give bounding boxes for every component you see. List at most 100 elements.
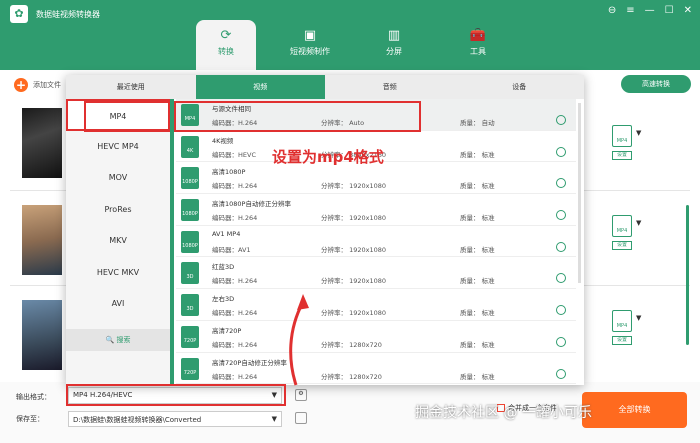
output-format-label: 输出格式：	[16, 393, 51, 401]
preset-format-icon: 720P	[181, 357, 199, 380]
gear-icon[interactable]	[556, 273, 566, 284]
preset-row[interactable]: 720P 高清720P 编码器：H.264 分辨率： 1280x720 质量： 标准	[176, 321, 576, 353]
save-path-select[interactable]: D:\数据蛙\数据蛙视频转换器\Converted ▼	[68, 411, 282, 427]
highlight-output-format	[66, 384, 286, 406]
toolbox-icon: 🧰	[469, 28, 487, 43]
preset-scrollbar[interactable]	[578, 103, 581, 283]
preset-encoder: 编码器：H.264	[212, 340, 258, 349]
main-nav: ⟳ 转换 ▣ 短视频制作 ▥ 分屏 🧰 工具	[196, 20, 508, 70]
gear-icon[interactable]	[556, 241, 566, 252]
preset-row[interactable]: 1080P AV1 MP4 编码器：AV1 分辨率： 1920x1080 质量： 标准	[176, 226, 576, 258]
tab-recent[interactable]: 最近使用	[66, 75, 196, 99]
format-item-prores[interactable]: ProRes	[66, 194, 170, 226]
settings-button[interactable]: 设置	[612, 336, 632, 345]
preset-encoder: 编码器：AV1	[212, 245, 251, 254]
preset-row[interactable]: 1080P 高清1080P 编码器：H.264 分辨率： 1920x1080 质量： 标…	[176, 162, 576, 195]
window-controls: ⊖ ≡ — ☐ ✕	[608, 5, 692, 16]
preset-quality: 质量： 标准	[460, 372, 495, 381]
minimize-icon[interactable]: —	[645, 5, 655, 16]
mp4-format-icon: MP4	[612, 310, 632, 332]
preset-encoder: 编码器：H.264	[212, 277, 258, 286]
convert-all-button[interactable]: 全部转换	[582, 392, 687, 428]
gear-icon[interactable]	[556, 305, 566, 316]
nav-tools[interactable]: 🧰 工具	[448, 20, 508, 66]
preset-row[interactable]: 1080P 高清1080P自动修正分辨率 编码器：H.264 分辨率： 1920x10…	[176, 194, 576, 226]
tab-device[interactable]: 设备	[455, 75, 585, 99]
preset-format-icon: 1080P	[181, 167, 199, 190]
app-logo-icon: ✿	[10, 5, 28, 23]
nav-split-screen[interactable]: ▥ 分屏	[364, 20, 424, 66]
format-search-button[interactable]: 🔍 搜索	[66, 329, 170, 351]
preset-name: AV1 MP4	[212, 229, 241, 238]
format-item-mkv[interactable]: MKV	[66, 225, 170, 257]
tab-video[interactable]: 视频	[195, 75, 325, 99]
gear-icon[interactable]	[556, 146, 566, 157]
feedback-icon[interactable]: ⊖	[608, 5, 616, 16]
gear-icon[interactable]	[556, 368, 566, 379]
save-to-label: 保存至：	[16, 415, 44, 423]
plus-icon: +	[14, 78, 28, 92]
search-label: 搜索	[116, 336, 131, 344]
list-separator	[170, 99, 174, 385]
nav-convert[interactable]: ⟳ 转换	[196, 20, 256, 70]
preset-quality: 质量： 标准	[460, 277, 495, 286]
output-format-card[interactable]: MP4 ▼ 设置	[612, 310, 642, 346]
format-item-avi[interactable]: AVI	[66, 288, 170, 320]
preset-name: 红蓝3D	[212, 263, 235, 272]
preset-quality: 质量： 自动	[460, 119, 495, 127]
add-file-button[interactable]: + 添加文件	[14, 78, 61, 92]
preset-resolution: 分辨率： 1920x1080	[321, 245, 386, 254]
output-format-card[interactable]: MP4 ▼ 设置	[612, 125, 642, 161]
preset-format-icon: 1080P	[181, 230, 199, 253]
settings-button[interactable]: 设置	[612, 241, 632, 250]
split-screen-icon: ▥	[387, 28, 401, 43]
nav-label: 工具	[470, 47, 486, 56]
nav-short-video[interactable]: ▣ 短视频制作	[280, 20, 340, 66]
chevron-down-icon: ▼	[271, 415, 277, 423]
high-speed-convert-toggle[interactable]: 高速转换	[621, 75, 691, 93]
preset-row[interactable]: 720P 高清720P自动修正分辨率 编码器：H.264 分辨率： 1280x720 质…	[176, 353, 576, 385]
video-thumbnail[interactable]	[22, 108, 62, 178]
format-item-hevc-mp4[interactable]: HEVC MP4	[66, 131, 170, 163]
maximize-icon[interactable]: ☐	[665, 5, 674, 16]
gear-icon[interactable]	[556, 178, 566, 189]
highlight-mp4-format	[84, 101, 170, 132]
format-item-mov[interactable]: MOV	[66, 162, 170, 194]
gear-icon[interactable]	[556, 336, 566, 347]
settings-button[interactable]: 设置	[612, 151, 632, 160]
preset-row[interactable]: 3D 左右3D 编码器：H.264 分辨率： 1920x1080 质量： 标准	[176, 289, 576, 321]
mp4-format-icon: MP4	[612, 125, 632, 147]
preset-quality: 质量： 标准	[460, 150, 495, 159]
preset-quality: 质量： 标准	[460, 309, 495, 318]
preset-resolution: 分辨率： 1280x720	[321, 372, 382, 381]
highlight-same-as-source	[174, 101, 421, 132]
preset-row[interactable]: 3D 红蓝3D 编码器：H.264 分辨率： 1920x1080 质量： 标准	[176, 257, 576, 290]
short-video-icon: ▣	[303, 28, 317, 43]
close-icon[interactable]: ✕	[684, 5, 692, 16]
menu-icon[interactable]: ≡	[626, 5, 634, 16]
format-settings-icon[interactable]: ⚙	[295, 389, 307, 401]
chevron-down-icon[interactable]: ▼	[636, 129, 641, 137]
preset-quality: 质量： 标准	[460, 245, 495, 254]
main-scrollbar[interactable]	[686, 205, 689, 345]
app-title: 数据蛙视频转换器	[36, 10, 100, 19]
preset-resolution: 分辨率： 1920x1080	[321, 182, 386, 191]
video-thumbnail[interactable]	[22, 205, 62, 275]
format-item-hevc-mkv[interactable]: HEVC MKV	[66, 257, 170, 289]
preset-name: 4K视频	[212, 136, 234, 145]
gear-icon[interactable]	[556, 115, 566, 125]
nav-label: 分屏	[386, 47, 402, 56]
format-tabs: 最近使用 视频 音频 设备	[66, 75, 584, 99]
gear-icon[interactable]	[556, 210, 566, 221]
video-thumbnail[interactable]	[22, 300, 62, 370]
output-format-card[interactable]: MP4 ▼ 设置	[612, 215, 642, 251]
add-file-label: 添加文件	[33, 81, 61, 89]
preset-encoder: 编码器：H.264	[212, 214, 258, 223]
chevron-down-icon[interactable]: ▼	[636, 314, 641, 322]
open-folder-icon[interactable]	[295, 412, 307, 424]
nav-label: 短视频制作	[290, 47, 330, 56]
preset-resolution: 分辨率： 1920x1080	[321, 214, 386, 223]
tab-audio[interactable]: 音频	[325, 75, 455, 99]
preset-encoder: 编码器：H.264	[212, 372, 258, 381]
chevron-down-icon[interactable]: ▼	[636, 219, 641, 227]
